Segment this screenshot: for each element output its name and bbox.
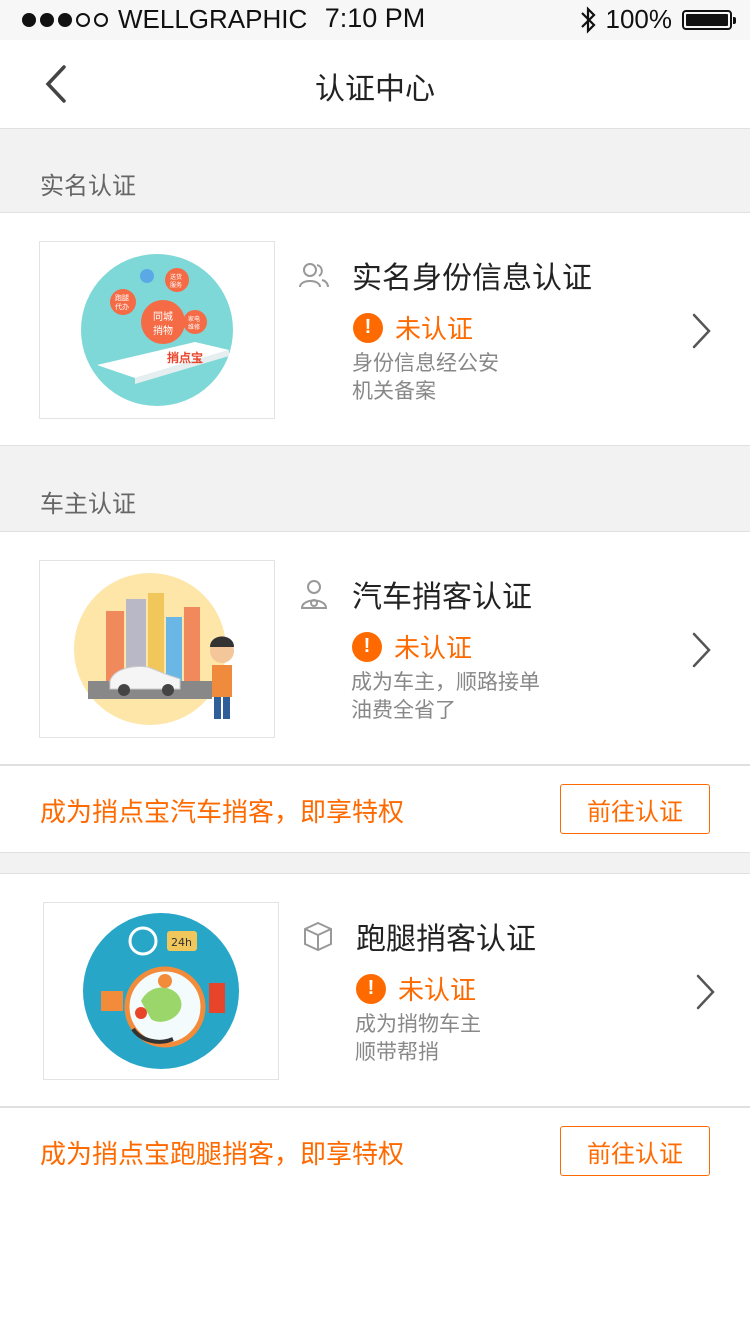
identity-status-text: 未认证	[395, 315, 474, 345]
car-go-verify-button[interactable]: 前往认证	[560, 784, 710, 834]
identity-title: 实名身份信息认证	[352, 261, 592, 296]
car-desc-line2: 油费全省了	[351, 698, 456, 722]
section-title-car-owner: 车主认证	[40, 490, 136, 518]
car-description: 成为车主，顺路接单 油费全省了	[351, 668, 540, 724]
identity-chevron-right-icon[interactable]	[690, 311, 714, 351]
section-title-real-name: 实名认证	[40, 172, 136, 200]
runner-go-verify-button[interactable]: 前往认证	[560, 1126, 710, 1176]
badge-text: 24h	[171, 936, 192, 949]
svg-text:跑腿: 跑腿	[115, 293, 129, 302]
runner-description: 成为捎物车主 顺带帮捎	[355, 1010, 481, 1066]
car-title: 汽车捎客认证	[352, 580, 532, 615]
svg-text:家电: 家电	[188, 315, 200, 323]
users-icon	[299, 263, 329, 288]
runner-promo-bar: 成为捎点宝跑腿捎客，即享特权 前往认证	[0, 1107, 750, 1195]
car-promo-bar: 成为捎点宝汽车捎客，即享特权 前往认证	[0, 765, 750, 853]
svg-text:维修: 维修	[188, 323, 200, 331]
nav-bar: 认证中心	[0, 40, 750, 129]
runner-title-row: 跑腿捎客认证	[302, 914, 536, 958]
identity-desc-line2: 机关备案	[352, 379, 436, 403]
warning-icon: !	[353, 312, 383, 343]
car-status-text: 未认证	[394, 634, 473, 664]
car-status: ! 未认证	[352, 628, 472, 665]
package-icon	[304, 921, 332, 952]
runner-status: ! 未认证	[356, 970, 476, 1007]
identity-description: 身份信息经公安 机关备案	[352, 349, 499, 405]
car-title-row: 汽车捎客认证	[298, 572, 532, 616]
logistics-globe-illustration: 24h	[83, 913, 239, 1069]
runner-desc-line1: 成为捎物车主	[355, 1012, 481, 1036]
svg-text:捎物: 捎物	[153, 324, 173, 337]
driver-icon	[300, 580, 328, 609]
car-promo-text: 成为捎点宝汽车捎客，即享特权	[40, 798, 405, 828]
page-title: 认证中心	[315, 72, 435, 107]
warning-icon: !	[352, 631, 382, 662]
battery-icon	[682, 9, 736, 30]
battery-percent: 100%	[605, 4, 673, 34]
svg-text:代办: 代办	[115, 302, 129, 311]
city-delivery-illustration: 捎点宝 同城 捎物 跑腿 代办 家电 维修 送货 服务	[81, 254, 233, 406]
runner-status-text: 未认证	[398, 976, 477, 1006]
svg-text:送货: 送货	[170, 273, 182, 281]
status-right: 100%	[578, 4, 736, 35]
car-chevron-right-icon[interactable]	[690, 630, 714, 670]
runner-chevron-right-icon[interactable]	[694, 972, 718, 1012]
runner-title: 跑腿捎客认证	[356, 922, 536, 957]
runner-thumbnail: 24h	[43, 902, 279, 1080]
svg-text:服务: 服务	[170, 281, 182, 289]
brand-text: 捎点宝	[167, 350, 203, 365]
identity-auth-card[interactable]: 捎点宝 同城 捎物 跑腿 代办 家电 维修 送货 服务 实名身份信息认证 ! 未…	[0, 212, 750, 446]
svg-text:同城: 同城	[153, 311, 173, 323]
car-city-illustration	[74, 573, 234, 725]
runner-desc-line2: 顺带帮捎	[355, 1040, 439, 1064]
car-thumbnail	[39, 560, 275, 738]
car-desc-line1: 成为车主，顺路接单	[351, 670, 540, 694]
status-bar: WELLGRAPHIC 7:10 PM 100%	[0, 0, 750, 40]
identity-title-row: 实名身份信息认证	[298, 253, 592, 297]
page-bottom-area	[0, 1194, 750, 1334]
identity-desc-line1: 身份信息经公安	[352, 351, 499, 375]
runner-auth-card[interactable]: 24h 跑腿捎客认证 ! 未认证 成为捎物车主 顺带帮捎	[0, 873, 750, 1107]
warning-icon: !	[356, 973, 386, 1004]
bluetooth-icon	[580, 5, 596, 34]
runner-promo-text: 成为捎点宝跑腿捎客，即享特权	[40, 1140, 405, 1170]
identity-thumbnail: 捎点宝 同城 捎物 跑腿 代办 家电 维修 送货 服务	[39, 241, 275, 419]
car-auth-card[interactable]: 汽车捎客认证 ! 未认证 成为车主，顺路接单 油费全省了	[0, 531, 750, 765]
identity-status: ! 未认证	[353, 309, 473, 346]
